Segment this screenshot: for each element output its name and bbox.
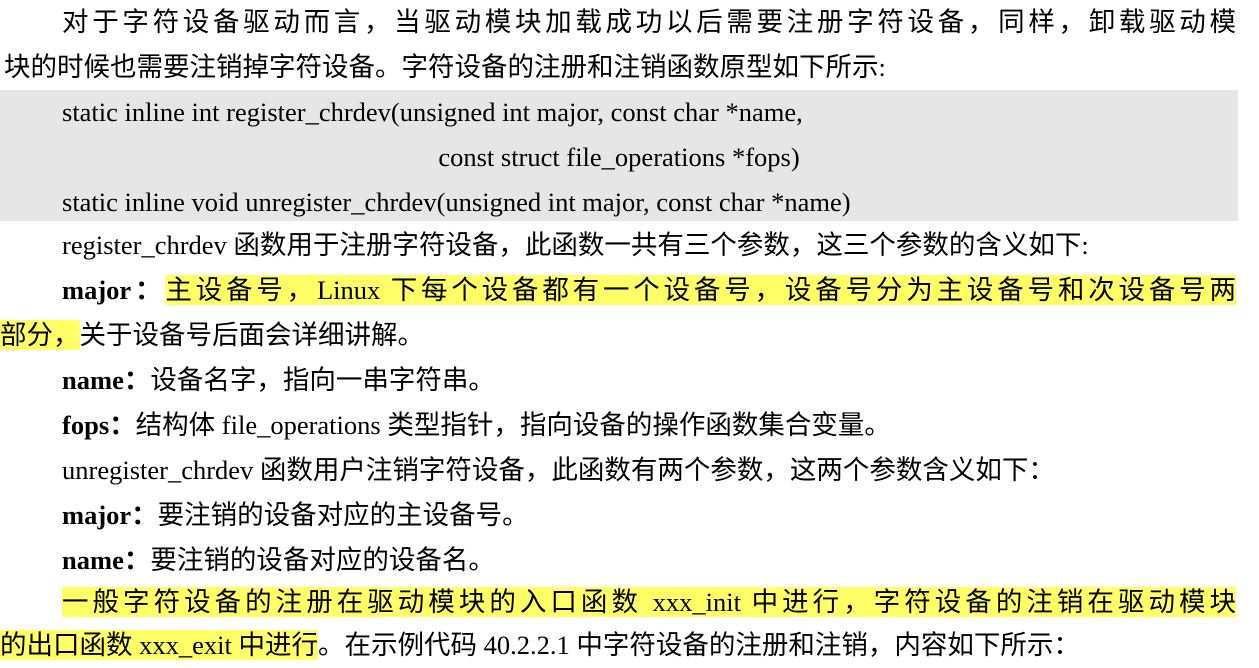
param-text: 结构体 file_operations 类型指针，指向设备的操作函数集合变量。 bbox=[135, 410, 891, 440]
register-intro: register_chrdev 函数用于注册字符设备，此函数一共有三个参数，这三… bbox=[0, 223, 1259, 268]
unregister-major-line: major：要注销的设备对应的主设备号。 bbox=[0, 493, 1259, 538]
code-line: static inline void unregister_chrdev(uns… bbox=[62, 187, 851, 217]
param-term: fops bbox=[62, 410, 110, 440]
closing-text: 。在示例代码 40.2.2.1 中字符设备的注册和注销，内容如下所示： bbox=[318, 630, 1080, 660]
param-text: 要注销的设备对应的主设备号。 bbox=[157, 500, 529, 530]
param-term: major bbox=[62, 500, 132, 530]
param-fops-line: fops：结构体 file_operations 类型指针，指向设备的操作函数集… bbox=[0, 403, 1259, 448]
document-page: 对于字符设备驱动而言，当驱动模块加载成功以后需要注册字符设备，同样，卸载驱动模 … bbox=[0, 0, 1259, 667]
register-intro-text: register_chrdev 函数用于注册字符设备，此函数一共有三个参数，这三… bbox=[62, 230, 1089, 260]
code-line: static inline int register_chrdev(unsign… bbox=[62, 97, 803, 127]
param-term: name bbox=[62, 545, 124, 575]
closing-line: 的出口函数 xxx_exit 中进行。在示例代码 40.2.2.1 中字符设备的… bbox=[0, 623, 1259, 668]
param-text: 关于设备号后面会详细讲解。 bbox=[79, 320, 425, 350]
highlighted-text: 一般字符设备的注册在驱动模块的入口函数 xxx_init 中进行，字符设备的注销… bbox=[62, 587, 1236, 617]
param-term: name bbox=[62, 365, 124, 395]
param-major-line: 部分，关于设备号后面会详细讲解。 bbox=[0, 313, 1259, 358]
unregister-intro-text: unregister_chrdev 函数用户注销字符设备，此函数有两个参数，这两… bbox=[62, 455, 1055, 485]
param-colon: ： bbox=[131, 275, 166, 305]
paragraph-line: 块的时候也需要注销掉字符设备。字符设备的注册和注销函数原型如下所示: bbox=[0, 45, 1259, 90]
code-line: const struct file_operations *fops) bbox=[438, 142, 800, 172]
param-colon: ： bbox=[123, 545, 151, 575]
closing-line: 一般字符设备的注册在驱动模块的入口函数 xxx_init 中进行，字符设备的注销… bbox=[0, 580, 1236, 625]
param-major-line: major：主设备号，Linux 下每个设备都有一个设备号，设备号分为主设备号和… bbox=[0, 268, 1236, 313]
paragraph-line: 对于字符设备驱动而言，当驱动模块加载成功以后需要注册字符设备，同样，卸载驱动模 bbox=[0, 0, 1236, 45]
param-colon: ： bbox=[123, 365, 151, 395]
param-name-line: name：设备名字，指向一串字符串。 bbox=[0, 358, 1259, 403]
param-text: 要注销的设备对应的设备名。 bbox=[150, 545, 495, 575]
param-colon: ： bbox=[109, 410, 136, 440]
paragraph-text: 对于字符设备驱动而言，当驱动模块加载成功以后需要注册字符设备，同样，卸载驱动模 bbox=[62, 7, 1236, 37]
paragraph-text: 块的时候也需要注销掉字符设备。字符设备的注册和注销函数原型如下所示: bbox=[4, 52, 886, 82]
highlighted-text: 的出口函数 xxx_exit 中进行 bbox=[0, 630, 318, 660]
highlighted-text: 主设备号，Linux 下每个设备都有一个设备号，设备号分为主设备号和次设备号两 bbox=[165, 275, 1236, 305]
unregister-intro: unregister_chrdev 函数用户注销字符设备，此函数有两个参数，这两… bbox=[0, 448, 1259, 493]
param-text: 设备名字，指向一串字符串。 bbox=[150, 365, 495, 395]
code-block: static inline int register_chrdev(unsign… bbox=[0, 90, 1238, 221]
param-term: major bbox=[62, 275, 132, 305]
highlighted-text: 部分， bbox=[0, 320, 80, 350]
param-colon: ： bbox=[131, 500, 158, 530]
unregister-name-line: name：要注销的设备对应的设备名。 bbox=[0, 538, 1259, 583]
